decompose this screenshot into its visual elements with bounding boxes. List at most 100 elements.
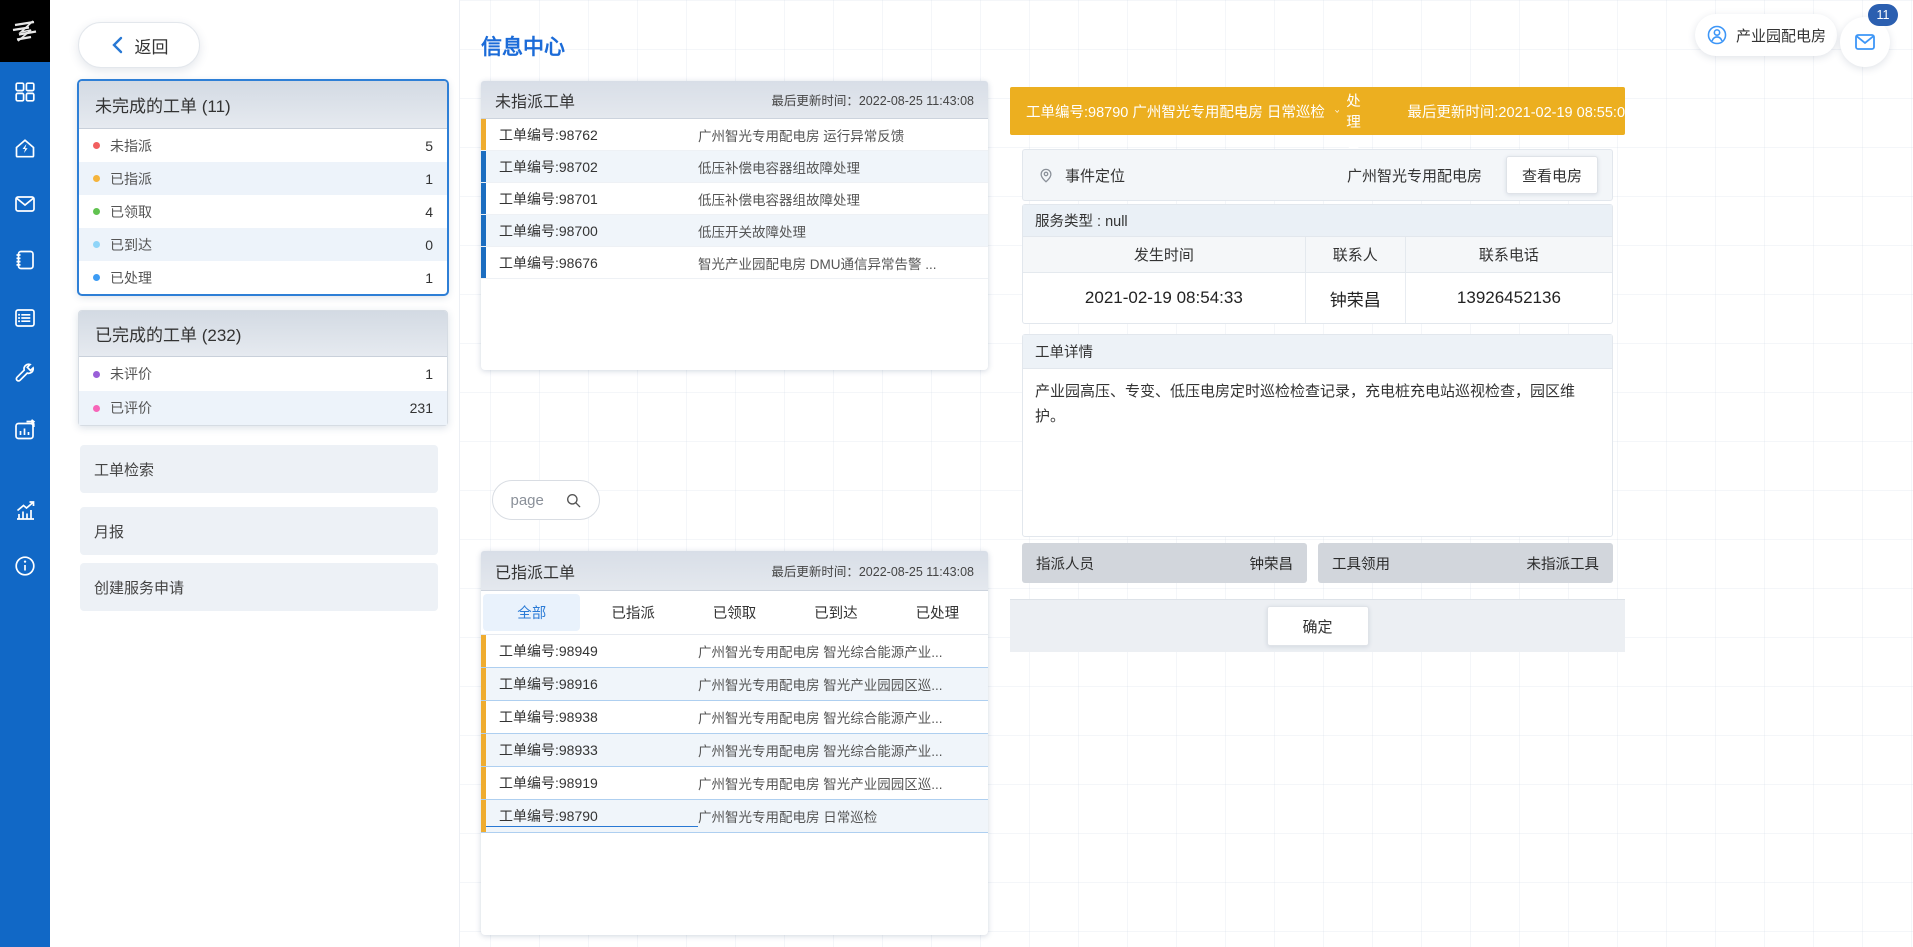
col-header-contact: 联系人	[1306, 237, 1406, 273]
stat-row-rated[interactable]: 已评价 231	[79, 391, 447, 425]
user-account-chip[interactable]: 产业园配电房	[1695, 14, 1837, 56]
home-power-icon[interactable]	[13, 136, 37, 160]
back-button-label: 返回	[135, 33, 169, 58]
work-order-id: 工单编号:98762	[486, 125, 698, 145]
event-location-card: 事件定位 广州智光专用配电房 查看电房	[1022, 149, 1613, 201]
list-icon[interactable]	[13, 306, 37, 330]
cell-contact: 钟荣昌	[1306, 273, 1406, 323]
work-order-desc: 低压补偿电容器组故障处理	[698, 189, 988, 209]
work-order-desc: 广州智光专用配电房 智光综合能源产业...	[698, 707, 988, 727]
work-order-id: 工单编号:98676	[486, 253, 698, 273]
finished-orders-list: 未评价 1 已评价 231	[79, 357, 447, 425]
link-create-service-request[interactable]: 创建服务申请	[80, 563, 438, 611]
wrench-icon[interactable]	[13, 362, 37, 386]
stat-label: 已到达	[110, 235, 152, 255]
assigned-panel-title: 已指派工单	[495, 559, 575, 583]
work-order-row[interactable]: 工单编号:98762 广州智光专用配电房 运行异常反馈	[481, 119, 988, 151]
left-panel: 返回 未完成的工单 (11) 未指派 5 已指派 1 已领取 4	[50, 0, 460, 947]
chevron-left-icon	[110, 36, 126, 54]
work-order-row[interactable]: 工单编号:98700 低压开关故障处理	[481, 215, 988, 247]
work-order-id: 工单编号:98916	[486, 674, 698, 694]
info-icon[interactable]	[13, 554, 37, 578]
tab-processed[interactable]: 已处理	[889, 594, 986, 631]
tools-bar[interactable]: 工具领用 未指派工具	[1318, 543, 1613, 583]
brand-logo-icon	[7, 13, 43, 49]
unassigned-updated-time: 最后更新时间：2022-08-25 11:43:08	[771, 90, 974, 109]
stat-row-claimed[interactable]: 已领取 4	[79, 195, 447, 228]
trend-up-icon[interactable]	[13, 498, 37, 522]
page-search-input[interactable]	[511, 492, 557, 509]
stat-count: 5	[425, 138, 433, 154]
link-order-search[interactable]: 工单检索	[80, 445, 438, 493]
red-dot-icon	[93, 142, 100, 149]
work-order-row[interactable]: 工单编号:98919 广州智光专用配电房 智光产业园园区巡...	[481, 767, 988, 800]
work-order-row-selected[interactable]: 工单编号:98790 广州智光专用配电房 日常巡检	[481, 800, 988, 833]
chevron-down-icon	[1335, 106, 1339, 117]
stat-row-assigned[interactable]: 已指派 1	[79, 162, 447, 195]
blue-dot-icon	[93, 274, 100, 281]
apps-icon[interactable]	[13, 80, 37, 104]
assigned-panel-header: 已指派工单 最后更新时间：2022-08-25 11:43:08	[481, 551, 988, 591]
col-header-phone: 联系电话	[1406, 237, 1612, 273]
report-chart-icon[interactable]	[13, 418, 37, 442]
notebook-icon[interactable]	[13, 248, 37, 272]
work-order-row[interactable]: 工单编号:98933 广州智光专用配电房 智光综合能源产业...	[481, 734, 988, 767]
stat-count: 1	[425, 270, 433, 286]
work-order-id: 工单编号:98949	[486, 641, 698, 661]
assigned-tabs: 全部 已指派 已领取 已到达 已处理	[481, 591, 988, 635]
stat-label: 已处理	[110, 268, 152, 288]
work-order-desc: 广州智光专用配电房 智光综合能源产业...	[698, 641, 988, 661]
confirm-button[interactable]: 确定	[1267, 606, 1369, 646]
tab-claimed[interactable]: 已领取	[686, 594, 783, 631]
finished-orders-title: 已完成的工单 (232)	[79, 311, 447, 357]
unfinished-orders-list: 未指派 5 已指派 1 已领取 4 已到达 0	[79, 129, 447, 294]
tools-value: 未指派工具	[1527, 553, 1600, 574]
work-order-desc: 广州智光专用配电房 智光产业园园区巡...	[698, 773, 988, 793]
stat-row-unassigned[interactable]: 未指派 5	[79, 129, 447, 162]
stat-count: 4	[425, 204, 433, 220]
work-order-id: 工单编号:98919	[486, 773, 698, 793]
mail-icon[interactable]	[13, 192, 37, 216]
stat-count: 1	[425, 171, 433, 187]
stat-row-processed[interactable]: 已处理 1	[79, 261, 447, 294]
work-order-desc: 广州智光专用配电房 运行异常反馈	[698, 125, 988, 145]
unassigned-panel-header: 未指派工单 最后更新时间：2022-08-25 11:43:08	[481, 81, 988, 119]
pink-dot-icon	[93, 405, 100, 412]
order-detail-banner: 工单编号:98790 广州智光专用配电房 日常巡检 查看处理日志 最后更新时间:…	[1010, 87, 1625, 135]
work-order-row[interactable]: 工单编号:98916 广州智光专用配电房 智光产业园园区巡...	[481, 668, 988, 701]
work-order-id: 工单编号:98702	[486, 157, 698, 177]
work-order-id: 工单编号:98701	[486, 189, 698, 209]
unassigned-panel-title: 未指派工单	[495, 88, 575, 112]
view-power-room-button[interactable]: 查看电房	[1506, 156, 1598, 194]
tab-all[interactable]: 全部	[483, 594, 580, 631]
stat-row-arrived[interactable]: 已到达 0	[79, 228, 447, 261]
tab-assigned[interactable]: 已指派	[584, 594, 681, 631]
work-order-row[interactable]: 工单编号:98702 低压补偿电容器组故障处理	[481, 151, 988, 183]
work-order-row[interactable]: 工单编号:98701 低压补偿电容器组故障处理	[481, 183, 988, 215]
stat-label: 已评价	[110, 398, 152, 418]
tab-arrived[interactable]: 已到达	[787, 594, 884, 631]
link-monthly-report[interactable]: 月报	[80, 507, 438, 555]
work-order-desc: 广州智光专用配电房 智光产业园园区巡...	[698, 674, 988, 694]
work-order-row[interactable]: 工单编号:98938 广州智光专用配电房 智光综合能源产业...	[481, 701, 988, 734]
work-order-desc: 低压补偿电容器组故障处理	[698, 157, 988, 177]
tools-label: 工具领用	[1332, 553, 1390, 574]
col-header-occur-time: 发生时间	[1023, 237, 1306, 273]
stat-count: 1	[425, 366, 433, 382]
brand-logo	[0, 0, 50, 62]
back-button[interactable]: 返回	[78, 22, 200, 68]
stat-label: 已指派	[110, 169, 152, 189]
finished-orders-card: 已完成的工单 (232) 未评价 1 已评价 231	[78, 310, 448, 426]
work-order-id: 工单编号:98938	[486, 707, 698, 727]
work-order-row[interactable]: 工单编号:98949 广州智光专用配电房 智光综合能源产业...	[481, 635, 988, 668]
location-pin-icon	[1037, 165, 1055, 185]
unassigned-orders-panel: 未指派工单 最后更新时间：2022-08-25 11:43:08 工单编号:98…	[481, 81, 988, 370]
stat-row-unrated[interactable]: 未评价 1	[79, 357, 447, 391]
page-title: 信息中心	[481, 31, 565, 61]
service-info-card: 服务类型 : null 发生时间 联系人 联系电话 2021-02-19 08:…	[1022, 204, 1613, 324]
search-icon[interactable]	[565, 492, 582, 509]
assignee-bar[interactable]: 指派人员 钟荣昌	[1022, 543, 1307, 583]
work-order-id: 工单编号:98790	[486, 806, 698, 826]
work-order-row[interactable]: 工单编号:98676 智光产业园配电房 DMU通信异常告警 ...	[481, 247, 988, 279]
work-order-desc: 广州智光专用配电房 日常巡检	[698, 806, 988, 826]
